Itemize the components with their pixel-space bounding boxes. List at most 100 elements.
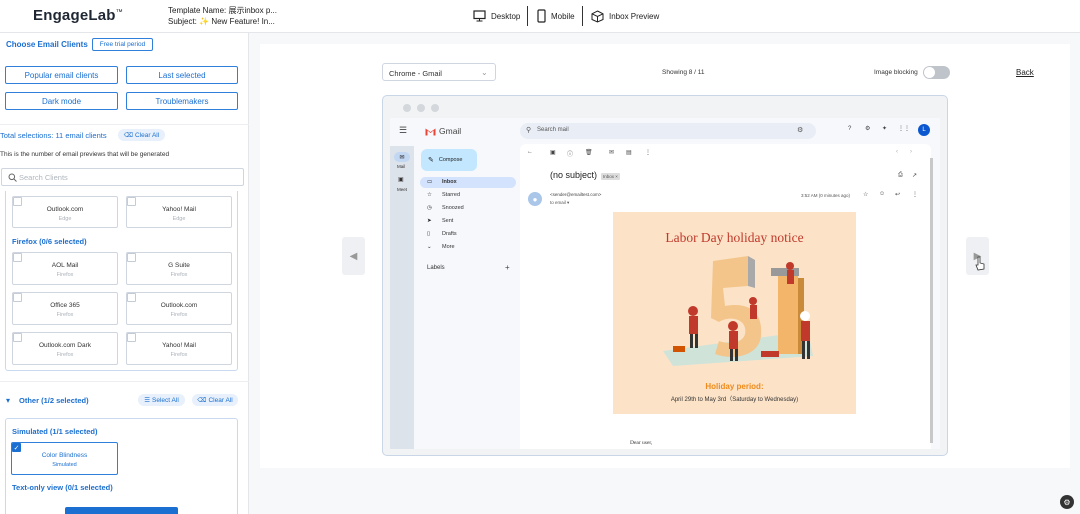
add-label-icon[interactable]: +: [505, 263, 510, 272]
client-card[interactable]: Office 365 Firefox: [12, 292, 118, 325]
total-selections: Total selections: 11 email clients: [0, 131, 107, 140]
checked-checkbox[interactable]: ✓: [12, 443, 21, 452]
prev-msg-icon[interactable]: ‹: [896, 149, 898, 155]
client-card[interactable]: AOL Mail Firefox: [12, 252, 118, 285]
gmail-search-bar[interactable]: ⚲ Search mail ⚙: [520, 123, 816, 139]
star-icon[interactable]: ☆: [863, 191, 868, 198]
meet-icon[interactable]: ▣: [398, 176, 404, 183]
message-subject: (no subject): [550, 170, 598, 180]
dark-mode-button[interactable]: Dark mode: [5, 92, 118, 110]
clock-icon: ◷: [427, 205, 432, 211]
expand-caret-icon[interactable]: ▾: [6, 396, 10, 405]
client-checkbox[interactable]: [127, 197, 136, 206]
settings-fab-icon[interactable]: ⚙: [1060, 495, 1074, 509]
client-checkbox[interactable]: [13, 197, 22, 206]
open-new-icon[interactable]: ↗: [912, 172, 917, 179]
client-checkbox[interactable]: [13, 333, 22, 342]
other-group-title[interactable]: Other (1/2 selected): [19, 396, 89, 405]
popular-clients-button[interactable]: Popular email clients: [5, 66, 118, 84]
last-selected-button[interactable]: Last selected: [126, 66, 238, 84]
scrollbar[interactable]: [930, 158, 933, 443]
mark-unread-icon[interactable]: ✉: [609, 149, 614, 156]
meet-rail-label: Meet: [397, 187, 408, 192]
prev-arrow-button[interactable]: ◀: [342, 237, 365, 275]
sender-avatar[interactable]: ●: [528, 192, 542, 206]
nav-item-more[interactable]: More: [442, 244, 455, 250]
select-all-button[interactable]: ☰ Select All: [138, 394, 185, 406]
report-icon[interactable]: ⓘ: [567, 149, 573, 158]
client-card[interactable]: G Suite Firefox: [126, 252, 232, 285]
desktop-icon: [473, 10, 486, 22]
delete-icon[interactable]: 🗑: [585, 149, 593, 156]
print-icon[interactable]: ⎙: [898, 172, 903, 179]
filter-icon[interactable]: ⚙: [797, 126, 803, 134]
desktop-tab[interactable]: Desktop: [473, 7, 520, 25]
message-time: 3:52 AM (0 minutes ago): [801, 193, 851, 198]
client-card[interactable]: Outlook.com Dark Firefox: [12, 332, 118, 365]
compose-button[interactable]: ✎ Compose: [421, 149, 477, 171]
firefox-group-title: Firefox (0/6 selected): [12, 237, 87, 246]
showing-count: Showing 8 / 11: [662, 69, 705, 76]
menu-icon[interactable]: ☰: [399, 125, 407, 136]
email-preview-frame: ☰ Gmail ⚲ Search mail ⚙ ? ⚙ ✦ ⋮⋮ L ✉ Mai…: [382, 95, 948, 456]
client-card[interactable]: Yahoo! Mail Edge: [126, 196, 232, 228]
broom-icon: ⌫: [123, 132, 133, 139]
back-arrow-icon[interactable]: ←: [527, 149, 533, 155]
nav-item-drafts[interactable]: Drafts: [442, 231, 457, 237]
reply-icon[interactable]: ↩: [895, 191, 900, 198]
window-dot: [417, 104, 425, 112]
client-card[interactable]: Outlook.com Edge: [12, 196, 118, 228]
sparkle-icon[interactable]: ✦: [882, 125, 887, 132]
client-card[interactable]: Outlook.com Firefox: [126, 292, 232, 325]
settings-icon[interactable]: ⚙: [865, 125, 870, 132]
client-checkbox[interactable]: [13, 293, 22, 302]
client-select[interactable]: Chrome - Gmail ⌄: [382, 63, 496, 81]
inbox-preview-tab[interactable]: Inbox Preview: [591, 7, 659, 25]
next-msg-icon[interactable]: ›: [910, 149, 912, 155]
more-vert-icon[interactable]: ⋮: [645, 149, 651, 156]
engagelab-logo[interactable]: EngageLab™: [33, 7, 123, 24]
gmail-logo[interactable]: Gmail: [425, 126, 461, 136]
help-icon[interactable]: ?: [848, 126, 851, 132]
client-checkbox[interactable]: [13, 253, 22, 262]
client-checkbox[interactable]: [127, 253, 136, 262]
recipient-line[interactable]: to email ▾: [550, 200, 569, 206]
search-clients-input[interactable]: Search Clients: [1, 168, 244, 186]
move-icon[interactable]: ▤: [626, 149, 632, 156]
client-card[interactable]: Yahoo! Mail Firefox: [126, 332, 232, 365]
other-clear-all-button[interactable]: ⌫ Clear All: [192, 394, 238, 406]
nav-item-sent[interactable]: Sent: [442, 218, 453, 224]
window-dot: [403, 104, 411, 112]
archive-icon[interactable]: ▣: [550, 149, 556, 156]
window-dot: [431, 104, 439, 112]
avatar[interactable]: L: [918, 124, 930, 136]
mail-icon[interactable]: ✉: [394, 152, 410, 162]
draft-icon: ▯: [427, 231, 431, 237]
nav-item-snoozed[interactable]: Snoozed: [442, 205, 464, 211]
troublemakers-button[interactable]: Troublemakers: [126, 92, 238, 110]
image-blocking-toggle[interactable]: [923, 66, 950, 79]
holiday-label: Holiday period:: [705, 382, 764, 391]
divider: [527, 6, 528, 26]
client-checkbox[interactable]: [127, 293, 136, 302]
inbox-tag[interactable]: Inbox ×: [601, 173, 620, 180]
email-title: Labor Day holiday notice: [665, 230, 804, 245]
emoji-icon[interactable]: ☺: [879, 191, 885, 197]
clear-all-button[interactable]: ⌫ Clear All: [118, 129, 165, 141]
client-checkbox[interactable]: [127, 333, 136, 342]
choose-clients-heading: Choose Email Clients: [6, 40, 88, 49]
nav-item-starred[interactable]: Starred: [442, 192, 460, 198]
more-vert-icon[interactable]: ⋮: [912, 191, 918, 198]
mobile-tab[interactable]: Mobile: [537, 7, 575, 25]
back-link[interactable]: Back: [1016, 68, 1034, 77]
inbox-icon: ▭: [427, 179, 433, 185]
generate-button[interactable]: [65, 507, 178, 514]
email-banner: Labor Day holiday notice Holiday period:…: [613, 212, 856, 414]
star-icon: ☆: [427, 192, 432, 198]
client-selection-panel: Choose Email Clients Free trial period P…: [0, 33, 249, 514]
chevron-down-icon: ⌄: [481, 68, 488, 77]
apps-grid-icon[interactable]: ⋮⋮: [898, 125, 910, 132]
nav-item-inbox[interactable]: Inbox: [442, 179, 457, 185]
client-card-selected[interactable]: ✓ Color Blindness Simulated: [11, 442, 118, 475]
template-name-label: Template Name:: [168, 6, 227, 15]
